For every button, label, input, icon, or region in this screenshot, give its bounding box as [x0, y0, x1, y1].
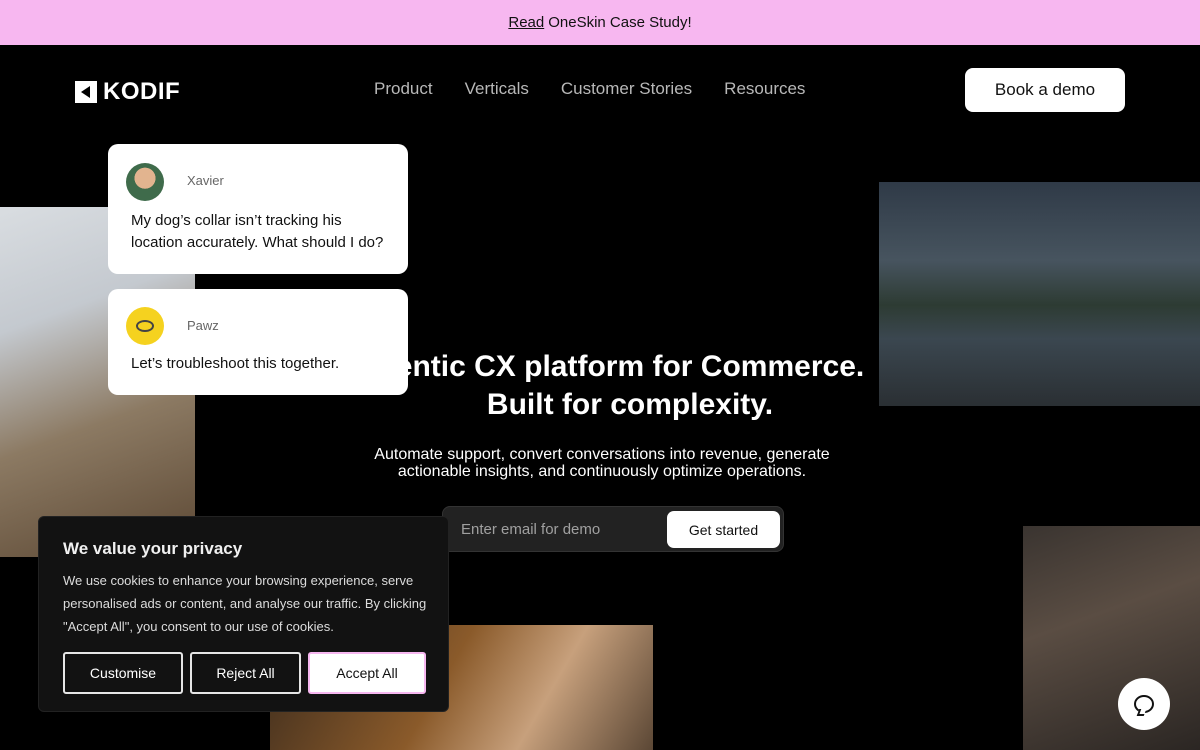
page: Read OneSkin Case Study! KODIF Product V… [0, 0, 1200, 750]
user-avatar-icon [126, 163, 164, 201]
chat-card-customer: Xavier My dog’s collar isn’t tracking hi… [108, 144, 408, 274]
email-form: Get started [442, 506, 784, 552]
email-input[interactable] [461, 518, 661, 540]
hero-title: entic CX platform for Commerce. Built fo… [395, 348, 865, 424]
chat-card-agent: Pawz Let’s troubleshoot this together. [108, 289, 408, 395]
customise-button[interactable]: Customise [63, 652, 183, 694]
cookie-body: We use cookies to enhance your browsing … [63, 573, 427, 634]
main-nav: Product Verticals Customer Stories Resou… [374, 79, 805, 99]
chat-message: My dog’s collar isn’t tracking his locat… [131, 212, 384, 251]
agent-avatar [126, 307, 164, 345]
nav-verticals[interactable]: Verticals [465, 79, 529, 99]
photo-family-at-lake [879, 182, 1200, 406]
reject-all-button[interactable]: Reject All [190, 652, 301, 694]
hero-subtitle: Automate support, convert conversations … [374, 446, 830, 480]
logo-text: KODIF [103, 78, 181, 105]
photo-smiling-man [1023, 526, 1200, 750]
banner-link[interactable]: Read [508, 14, 544, 31]
banner-text: OneSkin Case Study! [548, 14, 692, 31]
nav-product[interactable]: Product [374, 79, 433, 99]
nav-customer-stories[interactable]: Customer Stories [561, 79, 692, 99]
announcement-banner: Read OneSkin Case Study! [0, 0, 1200, 45]
chat-message: Let’s troubleshoot this together. [131, 355, 340, 372]
accept-all-button[interactable]: Accept All [308, 652, 426, 694]
chat-bubble-icon [1134, 695, 1154, 713]
cookie-consent-dialog: We value your privacy We use cookies to … [38, 516, 449, 712]
help-chat-button[interactable] [1118, 678, 1170, 730]
collar-icon [136, 320, 154, 332]
chat-sender-name: Xavier [187, 173, 224, 188]
nav-resources[interactable]: Resources [724, 79, 805, 99]
logo[interactable]: KODIF [75, 78, 180, 106]
get-started-button[interactable]: Get started [667, 511, 780, 548]
hero-title-line-1: entic CX platform for Commerce. [395, 350, 865, 383]
cookie-title: We value your privacy [63, 539, 243, 558]
kodif-logo-icon [75, 81, 97, 103]
chat-sender-name: Pawz [187, 318, 219, 333]
book-demo-button[interactable]: Book a demo [965, 68, 1125, 112]
site-header: KODIF Product Verticals Customer Stories… [0, 45, 1200, 133]
hero-title-line-2: Built for complexity. [486, 388, 774, 421]
